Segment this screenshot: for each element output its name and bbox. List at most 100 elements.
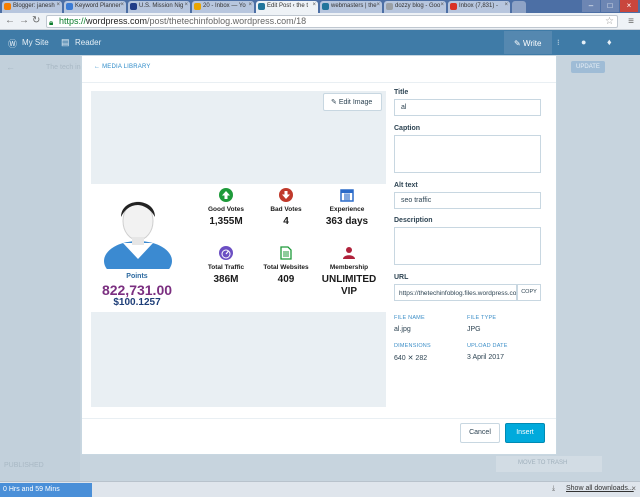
published-label: PUBLISHED [4,462,44,469]
url-input[interactable]: 🔒︎ https://wordpress.com/post/thetechinfo… [46,15,618,28]
title-input[interactable]: al [394,99,541,116]
close-icon[interactable]: × [631,484,636,493]
chevron-left-icon: ← [94,64,103,70]
copy-url-button[interactable]: COPY [517,284,541,301]
close-tab-icon[interactable]: × [120,2,124,8]
browser-tab[interactable]: 20 - Inbox — Yo × [192,1,254,13]
stat-total-websites: Total Websites 409 [256,246,316,285]
arrow-up-circle-icon [219,188,233,202]
pencil-icon: ✎ [514,39,523,48]
reader-link[interactable]: Reader [75,38,101,47]
dimensions-value: 640 ✕ 282 [394,355,428,362]
lock-icon: 🔒︎ [49,18,54,27]
forward-arrow-icon[interactable]: → [19,16,29,26]
url-field[interactable]: https://thetechinfoblog.files.wordpress.… [394,284,517,301]
bookmark-star-icon[interactable]: ☆ [605,16,614,27]
show-all-downloads-link[interactable]: Show all downloads... [566,485,634,492]
upload-date-value: 3 April 2017 [467,354,504,361]
upload-date-label: UPLOAD DATE [467,343,508,349]
browser-tab[interactable]: Keyword Planner × [64,1,126,13]
reload-icon[interactable]: ↻ [32,16,40,26]
blogger-favicon-icon [4,3,11,10]
site-name: The tech in [46,64,81,71]
pencil-icon: ✎ [331,99,339,106]
edit-image-button[interactable]: ✎ Edit Image [323,93,382,111]
divider-icon: ⁝ [557,38,560,47]
browser-tab[interactable]: Blogger: janesh × [2,1,62,13]
new-tab-button[interactable] [512,1,526,13]
window-controls: – □ × [582,0,638,12]
back-arrow-icon: ← [6,62,15,72]
close-tab-icon[interactable]: × [504,2,508,8]
browser-tab-strip: Blogger: janesh × Keyword Planner × U.S. M… [0,0,640,13]
file-name-label: FILE NAME [394,315,425,321]
wordpress-favicon-icon [258,3,265,10]
write-button[interactable]: ✎ Write [504,31,552,54]
header-divider [82,82,556,83]
site-favicon-icon [130,3,137,10]
close-tab-icon[interactable]: × [376,2,380,8]
editor-sidebar-overlay [0,55,80,481]
wordpress-favicon-icon [322,3,329,10]
media-library-back-link[interactable]: ← MEDIA LIBRARY [94,64,151,70]
browser-tab[interactable]: webmasters | the × [320,1,382,13]
close-tab-icon[interactable]: × [56,2,60,8]
file-type-value: JPG [467,326,481,333]
person-icon [343,247,355,259]
stat-membership: Membership UNLIMITED VIP [317,246,381,298]
close-tab-icon[interactable]: × [184,2,188,8]
move-to-trash-button: MOVE TO TRASH [496,456,602,472]
preview-image: Points 822,731.00 $100.1257 Good Votes 1… [91,184,386,312]
mail-favicon-icon [194,3,201,10]
browser-menu-icon[interactable]: ≡ [628,16,634,27]
file-type-label: FILE TYPE [467,315,497,321]
alt-text-input[interactable]: seo traffic [394,192,541,209]
wordpress-logo-icon[interactable]: Ⓦ [8,37,17,50]
arrow-down-circle-icon [279,188,293,202]
download-icon: ⤓ [552,485,556,492]
reader-icon: ▤ [61,37,70,47]
gauge-icon [219,246,233,260]
gmail-favicon-icon [450,3,457,10]
adwords-favicon-icon [66,3,73,10]
profile-icon[interactable]: ● [581,37,586,47]
site-favicon-icon [386,3,393,10]
my-site-link[interactable]: My Site [22,38,49,47]
close-tab-icon[interactable]: × [440,2,444,8]
cancel-button[interactable]: Cancel [460,423,500,443]
stat-experience: Experience 363 days [317,188,377,227]
close-window-icon[interactable]: × [620,0,638,12]
update-button: UPDATE [571,61,605,73]
browser-tab[interactable]: Inbox (7,831) - × [448,1,510,13]
insert-button[interactable]: Insert [505,423,545,443]
download-item[interactable]: 0 Hrs and 59 Mins [0,483,92,497]
address-bar: ← → ↻ 🔒︎ https://wordpress.com/post/thete… [0,13,640,30]
footer-divider [82,418,556,419]
description-textarea[interactable] [394,227,541,265]
description-label: Description [394,217,433,224]
file-name-value: al.jpg [394,326,411,333]
title-label: Title [394,89,409,96]
browser-tab-active[interactable]: Edit Post ‹ the t × [256,1,318,13]
close-tab-icon[interactable]: × [248,2,252,8]
calendar-icon [340,189,354,202]
maximize-icon[interactable]: □ [601,0,619,12]
document-icon [280,246,292,260]
caption-textarea[interactable] [394,135,541,173]
alt-text-label: Alt text [394,182,418,189]
download-bar: 0 Hrs and 59 Mins ⤓ Show all downloads..… [0,481,640,497]
dimensions-label: DIMENSIONS [394,343,431,349]
caption-label: Caption [394,125,421,132]
back-arrow-icon[interactable]: ← [5,16,15,26]
media-modal: ← MEDIA LIBRARY ✎ Edit Image Points 822,… [81,55,557,455]
close-tab-icon[interactable]: × [312,2,316,8]
notifications-icon[interactable]: ♦ [607,37,612,47]
url-label: URL [394,274,409,281]
browser-tab[interactable]: U.S. Mission Nig × [128,1,190,13]
money-value: $100.1257 [113,297,161,308]
stat-good-votes: Good Votes 1,355M [196,188,256,227]
browser-tab[interactable]: dozzy blog - Goo × [384,1,446,13]
minimize-icon[interactable]: – [582,0,600,12]
points-label: Points [126,273,148,280]
points-value: 822,731.00 [101,282,173,298]
